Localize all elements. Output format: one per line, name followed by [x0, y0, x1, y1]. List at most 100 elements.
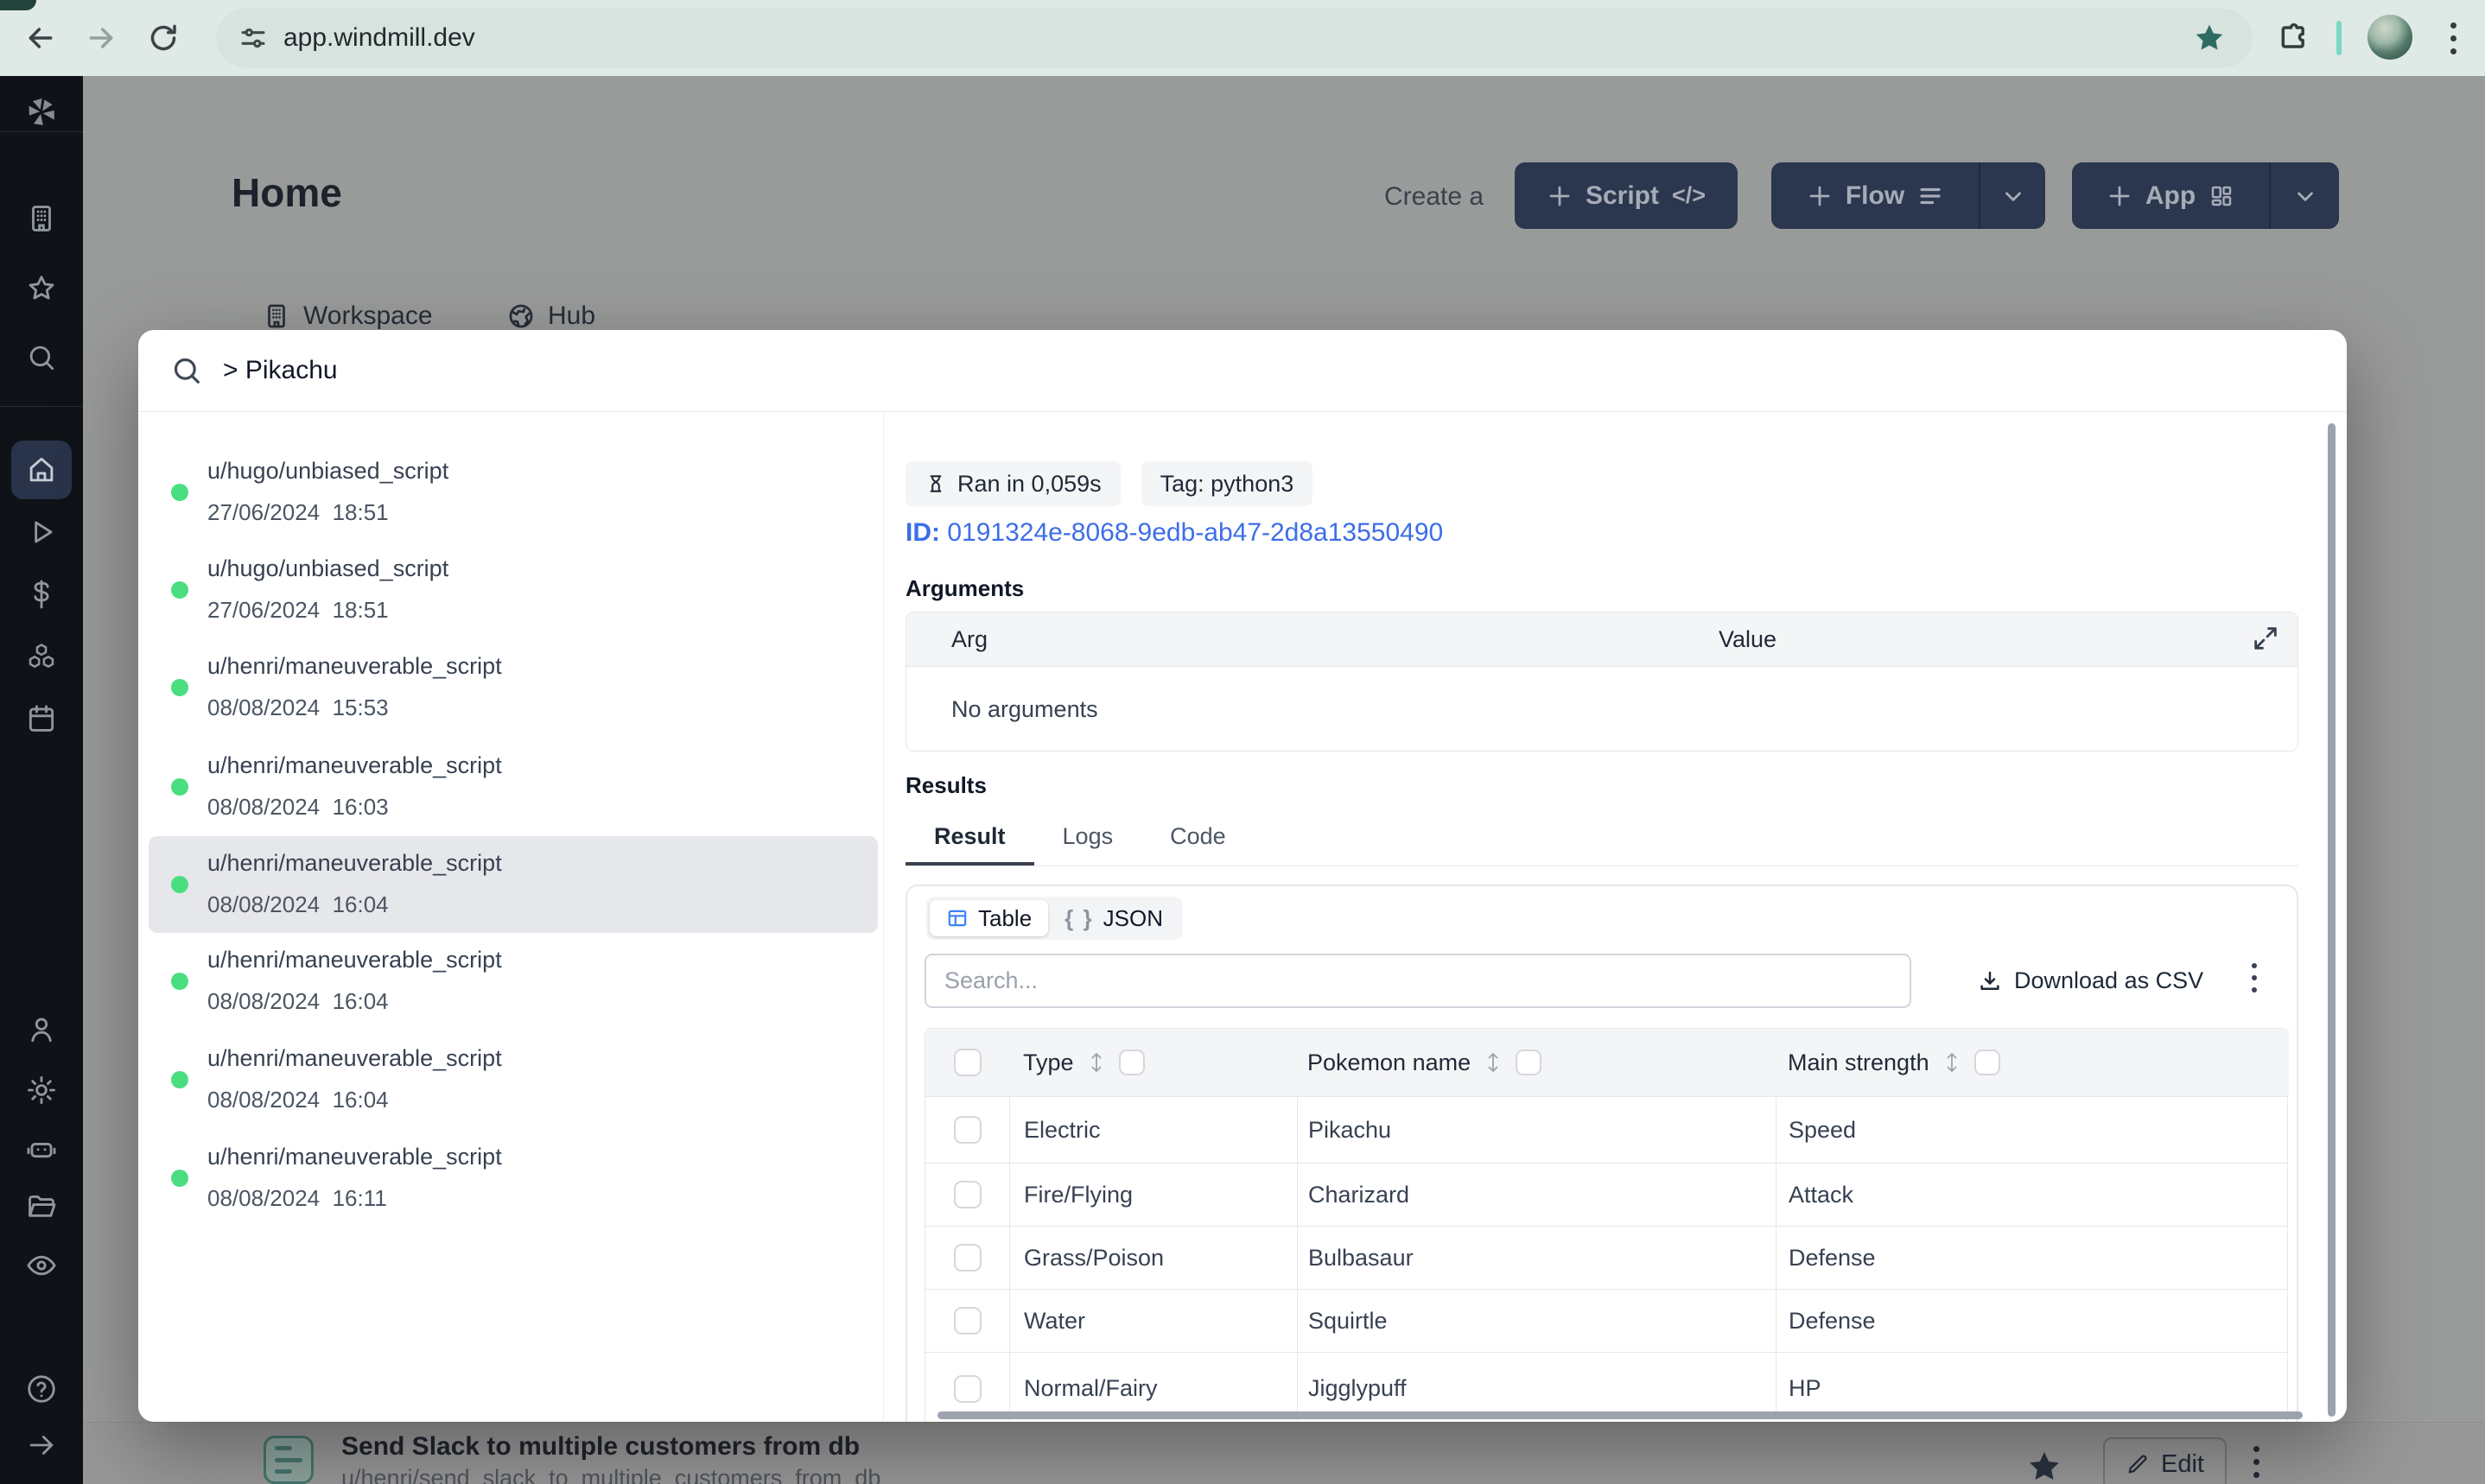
sidebar-item-favorites[interactable]: [25, 272, 58, 305]
horizontal-scrollbar[interactable]: [937, 1411, 2303, 1419]
run-list-item[interactable]: u/henri/maneuverable_script 08/08/2024 1…: [149, 1031, 878, 1128]
cell-type: Grass/Poison: [1009, 1226, 1297, 1289]
sort-icon[interactable]: [1086, 1050, 1107, 1075]
bookmark-star-icon[interactable]: [2192, 21, 2227, 55]
chevron-down-icon: [2292, 183, 2318, 209]
row-select-cell: [925, 1163, 1009, 1226]
create-app-label: App: [2145, 181, 2196, 210]
no-arguments-text: No arguments: [951, 696, 1098, 722]
success-status-dot: [171, 484, 188, 501]
sidebar-item-settings[interactable]: [25, 1074, 58, 1107]
result-search-input[interactable]: [925, 954, 1911, 1008]
run-list-item[interactable]: u/hugo/unbiased_script 27/06/2024 18:51: [149, 542, 878, 638]
sidebar-item-workers[interactable]: [25, 1132, 58, 1165]
run-datetime: 27/06/2024 18:51: [207, 597, 389, 623]
tab-hub-label: Hub: [548, 301, 596, 330]
view-toggle-table[interactable]: Table: [930, 900, 1049, 936]
create-app-button[interactable]: App: [2072, 162, 2339, 229]
sidebar-item-account[interactable]: [25, 1013, 58, 1046]
row-select-cell: [925, 1289, 1009, 1352]
row-checkbox[interactable]: [953, 1307, 982, 1335]
url-bar[interactable]: app.windmill.dev: [216, 9, 2253, 67]
palette-search-input[interactable]: [223, 356, 1260, 385]
edit-button[interactable]: Edit: [2103, 1437, 2227, 1484]
sidebar-item-folders[interactable]: [25, 1190, 58, 1223]
run-list-item[interactable]: u/henri/maneuverable_script 08/08/2024 1…: [149, 1130, 878, 1227]
list-detail-divider: [883, 412, 884, 1422]
sort-icon[interactable]: [1942, 1050, 1962, 1075]
table-grid-icon: [946, 907, 969, 929]
view-toggle: Table { } JSON: [926, 897, 1183, 940]
result-panel: Table { } JSON Download as CSV Type: [906, 885, 2298, 1422]
windmill-logo-icon[interactable]: [22, 93, 60, 131]
run-list-item[interactable]: u/henri/maneuverable_script 08/08/2024 1…: [149, 933, 878, 1030]
run-list-item[interactable]: u/henri/maneuverable_script 08/08/2024 1…: [149, 639, 878, 736]
view-table-label: Table: [978, 904, 1033, 931]
tab-workspace[interactable]: Workspace: [262, 299, 433, 333]
tab-hub[interactable]: Hub: [506, 299, 595, 333]
site-settings-icon[interactable]: [237, 22, 270, 54]
browser-menu-button[interactable]: [2432, 17, 2474, 59]
app-dropdown-chevron[interactable]: [2271, 162, 2339, 229]
flow-dropdown-chevron[interactable]: [1980, 162, 2045, 229]
row-checkbox[interactable]: [953, 1244, 982, 1272]
job-id-link[interactable]: ID: 0191324e-8068-9edb-ab47-2d8a13550490: [906, 518, 1443, 548]
browser-back-button[interactable]: [20, 17, 61, 59]
sidebar-item-variables[interactable]: [25, 578, 58, 611]
select-all-checkbox[interactable]: [953, 1049, 982, 1076]
extensions-button[interactable]: [2272, 17, 2314, 59]
create-script-button[interactable]: Script </>: [1515, 162, 1738, 229]
sidebar-item-help[interactable]: [25, 1373, 58, 1405]
tab-code[interactable]: Code: [1141, 810, 1255, 866]
home-icon[interactable]: [25, 453, 58, 486]
column-header-type[interactable]: Type: [1009, 1029, 1297, 1096]
sidebar-item-audit-logs[interactable]: [25, 1249, 58, 1282]
vertical-scrollbar[interactable]: [2328, 423, 2336, 1417]
run-list-item[interactable]: u/henri/maneuverable_script 08/08/2024 1…: [149, 739, 878, 835]
job-id-value: 0191324e-8068-9edb-ab47-2d8a13550490: [947, 518, 1444, 547]
sidebar-item-search[interactable]: [25, 341, 58, 374]
script-row-send-slack[interactable]: Send Slack to multiple customers from db…: [83, 1422, 2485, 1484]
download-csv-button[interactable]: Download as CSV: [1977, 954, 2203, 1008]
row-checkbox[interactable]: [953, 1374, 982, 1403]
sidebar-expand-arrow[interactable]: [25, 1429, 58, 1462]
script-row-menu[interactable]: [2253, 1446, 2259, 1478]
page-title: Home: [232, 170, 342, 215]
view-toggle-json[interactable]: { } JSON: [1048, 900, 1179, 936]
row-select-cell: [925, 1096, 1009, 1163]
create-flow-label: Flow: [1845, 181, 1905, 210]
script-row-path: u/henri/send_slack_to_multiple_customers…: [341, 1465, 881, 1484]
column-filter-checkbox[interactable]: [1118, 1050, 1145, 1075]
select-all-cell: [925, 1029, 1009, 1096]
browser-forward-button[interactable]: [80, 17, 122, 59]
result-table-menu[interactable]: [2252, 963, 2257, 993]
profile-avatar[interactable]: [2367, 15, 2412, 60]
expand-icon[interactable]: [2251, 624, 2280, 653]
sidebar-item-resources[interactable]: [25, 640, 58, 673]
run-datetime: 08/08/2024 16:04: [207, 1087, 389, 1113]
sidebar-divider: [0, 131, 83, 132]
create-flow-button[interactable]: Flow: [1771, 162, 2045, 229]
sidebar-item-workspace[interactable]: [25, 202, 58, 235]
sidebar-item-schedules[interactable]: [25, 702, 58, 735]
sort-icon[interactable]: [1483, 1050, 1503, 1075]
row-checkbox[interactable]: [953, 1181, 982, 1208]
arguments-table: Arg Value No arguments: [906, 612, 2298, 752]
run-list-item[interactable]: u/hugo/unbiased_script 27/06/2024 18:51: [149, 444, 878, 541]
value-column-header: Value: [1719, 626, 1777, 652]
browser-reload-button[interactable]: [143, 17, 184, 59]
tab-result[interactable]: Result: [906, 810, 1034, 866]
column-filter-checkbox[interactable]: [1516, 1050, 1542, 1075]
tab-logs[interactable]: Logs: [1034, 810, 1142, 866]
sidebar-item-runs[interactable]: [25, 516, 58, 549]
column-header-pokemon-name[interactable]: Pokemon name: [1297, 1029, 1776, 1096]
flow-list-icon: [1917, 183, 1943, 209]
cell-pokemon: Squirtle: [1297, 1289, 1776, 1352]
favorite-star-icon[interactable]: [2025, 1448, 2063, 1484]
download-icon: [1977, 968, 2003, 994]
run-list-item-selected[interactable]: u/henri/maneuverable_script 08/08/2024 1…: [149, 836, 878, 933]
column-filter-checkbox[interactable]: [1973, 1050, 2000, 1075]
row-checkbox[interactable]: [953, 1116, 982, 1144]
column-header-main-strength[interactable]: Main strength: [1776, 1029, 2289, 1096]
run-name: u/henri/maneuverable_script: [207, 1045, 502, 1071]
